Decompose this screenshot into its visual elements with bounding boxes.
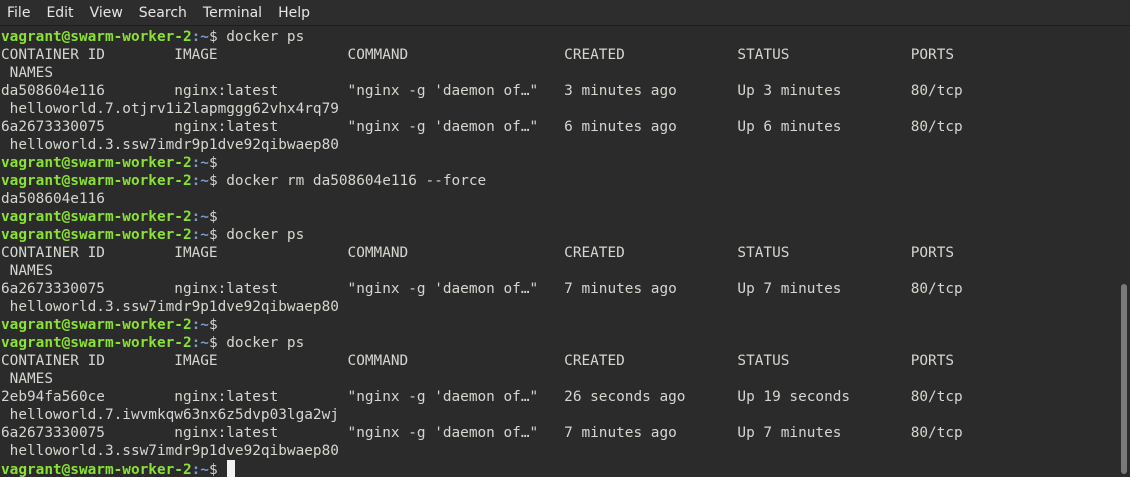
output-line: CONTAINER ID IMAGE COMMAND CREATED STATU… (1, 353, 955, 369)
prompt-line: vagrant@swarm-worker-2:~$ docker ps (1, 334, 963, 352)
command-text: docker ps (226, 227, 305, 243)
output-line: NAMES (1, 371, 53, 387)
prompt-user-host: vagrant@swarm-worker-2 (1, 29, 192, 45)
prompt-user-host: vagrant@swarm-worker-2 (1, 335, 192, 351)
prompt-path: :~ (191, 227, 209, 243)
vertical-scrollbar[interactable] (1118, 26, 1130, 477)
prompt-line: vagrant@swarm-worker-2:~$ docker ps (1, 226, 963, 244)
menu-search[interactable]: Search (131, 0, 195, 26)
output-line: helloworld.7.otjrv1i2lapmggg62vhx4rq79 (1, 101, 339, 117)
output-line: helloworld.3.ssw7imdr9p1dve92qibwaep80 (1, 137, 339, 153)
menu-file[interactable]: File (0, 0, 38, 26)
output-line: 6a2673330075 nginx:latest "nginx -g 'dae… (1, 281, 963, 297)
prompt-symbol: $ (208, 209, 227, 225)
command-text: docker rm da508604e116 --force (226, 173, 487, 189)
prompt-symbol: $ (208, 227, 227, 243)
block-cursor-icon (227, 460, 236, 477)
prompt-line: vagrant@swarm-worker-2:~$ (1, 460, 963, 477)
output-line: CONTAINER ID IMAGE COMMAND CREATED STATU… (1, 245, 955, 261)
prompt-symbol: $ (208, 317, 227, 333)
terminal-lines: vagrant@swarm-worker-2:~$ docker ps CONTA… (1, 28, 963, 477)
output-line: NAMES (1, 263, 53, 279)
prompt-user-host: vagrant@swarm-worker-2 (1, 209, 192, 225)
prompt-symbol: $ (208, 29, 227, 45)
prompt-line: vagrant@swarm-worker-2:~$ (1, 316, 963, 334)
prompt-user-host: vagrant@swarm-worker-2 (1, 155, 192, 171)
output-line: helloworld.3.ssw7imdr9p1dve92qibwaep80 (1, 299, 339, 315)
prompt-symbol: $ (208, 335, 227, 351)
prompt-line: vagrant@swarm-worker-2:~$ (1, 154, 963, 172)
command-text: docker ps (226, 29, 305, 45)
prompt-user-host: vagrant@swarm-worker-2 (1, 317, 192, 333)
menu-help[interactable]: Help (270, 0, 318, 26)
output-line: 2eb94fa560ce nginx:latest "nginx -g 'dae… (1, 389, 963, 405)
menu-terminal[interactable]: Terminal (195, 0, 270, 26)
command-text: docker ps (226, 335, 305, 351)
prompt-symbol: $ (208, 462, 227, 477)
prompt-path: :~ (191, 173, 209, 189)
prompt-path: :~ (191, 335, 209, 351)
prompt-user-host: vagrant@swarm-worker-2 (1, 462, 192, 477)
prompt-path: :~ (191, 462, 209, 477)
prompt-user-host: vagrant@swarm-worker-2 (1, 227, 192, 243)
output-line: 6a2673330075 nginx:latest "nginx -g 'dae… (1, 119, 963, 135)
prompt-line: vagrant@swarm-worker-2:~$ docker rm da50… (1, 172, 963, 190)
menu-view[interactable]: View (82, 0, 131, 26)
output-line: helloworld.3.ssw7imdr9p1dve92qibwaep80 (1, 443, 339, 459)
prompt-symbol: $ (208, 155, 227, 171)
output-line: NAMES (1, 65, 53, 81)
prompt-path: :~ (191, 209, 209, 225)
scrollbar-thumb[interactable] (1121, 284, 1127, 474)
prompt-path: :~ (191, 29, 209, 45)
terminal-output-area[interactable]: vagrant@swarm-worker-2:~$ docker ps CONTA… (0, 26, 1118, 477)
prompt-line: vagrant@swarm-worker-2:~$ (1, 208, 963, 226)
output-line: da508604e116 (1, 191, 105, 207)
prompt-path: :~ (191, 155, 209, 171)
prompt-line: vagrant@swarm-worker-2:~$ docker ps (1, 28, 963, 46)
output-line: helloworld.7.iwvmkqw63nx6z5dvp03lga2wj (1, 407, 339, 423)
prompt-path: :~ (191, 317, 209, 333)
output-line: CONTAINER ID IMAGE COMMAND CREATED STATU… (1, 47, 955, 63)
menu-edit[interactable]: Edit (38, 0, 81, 26)
prompt-symbol: $ (208, 173, 227, 189)
menu-bar: File Edit View Search Terminal Help (0, 0, 1130, 26)
prompt-user-host: vagrant@swarm-worker-2 (1, 173, 192, 189)
output-line: 6a2673330075 nginx:latest "nginx -g 'dae… (1, 425, 963, 441)
output-line: da508604e116 nginx:latest "nginx -g 'dae… (1, 83, 963, 99)
